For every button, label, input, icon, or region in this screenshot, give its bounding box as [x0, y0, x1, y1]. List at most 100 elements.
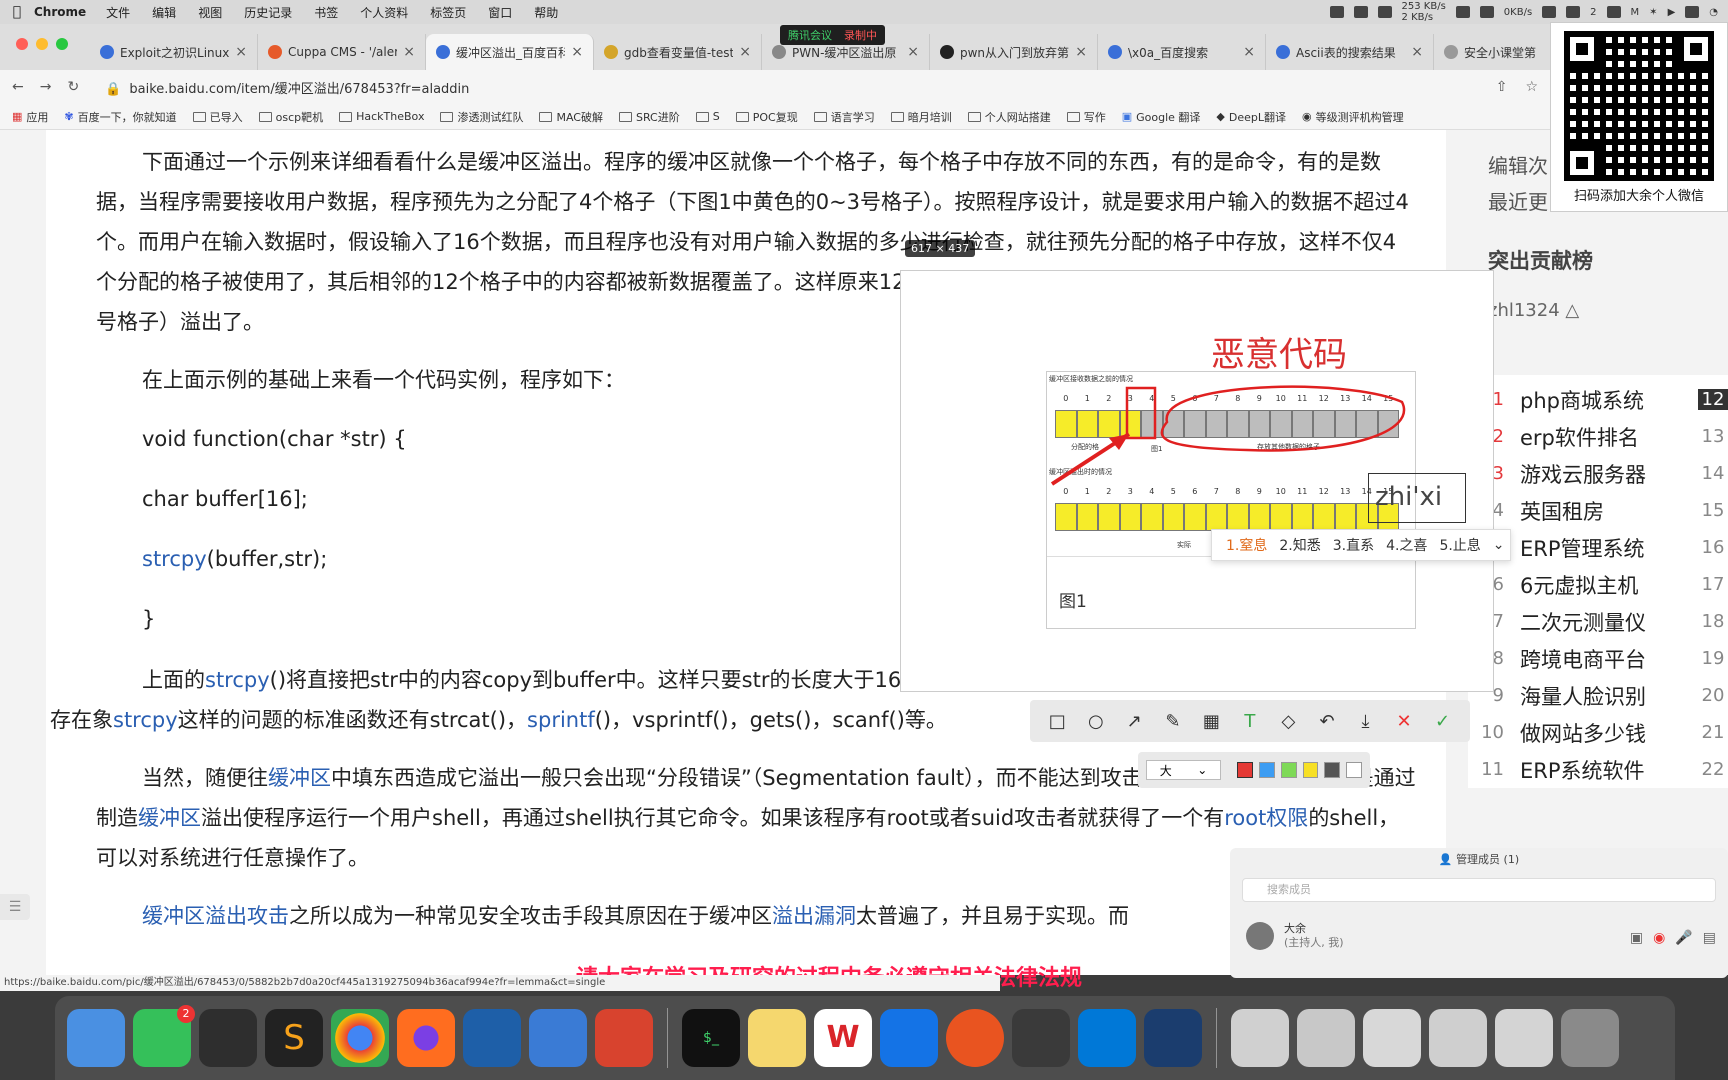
minimized-window-icon[interactable] [1297, 1009, 1355, 1067]
star-icon[interactable]: ☆ [1525, 79, 1538, 95]
video-app-icon[interactable] [1144, 1009, 1202, 1067]
bookmark-baidu[interactable]: ✾ 百度一下，你就知道 [64, 109, 176, 125]
side-menu-button[interactable]: ☰ [0, 894, 30, 920]
menu-profile[interactable]: 个人资料 [360, 4, 408, 21]
close-tab-icon[interactable]: × [1243, 44, 1255, 60]
share-icon[interactable]: ⇧ [1496, 79, 1508, 95]
color-swatch-gray[interactable] [1324, 762, 1341, 778]
color-swatch-yellow[interactable] [1302, 762, 1319, 778]
bookmark-folder[interactable]: 已导入 [192, 109, 243, 125]
app-menu[interactable]: Chrome [34, 5, 86, 19]
hot-item[interactable]: 7 二次元测量仪 18 [1468, 603, 1728, 640]
color-swatch-white[interactable] [1346, 762, 1363, 778]
screen-share-icon[interactable]: ▣ [1630, 930, 1643, 946]
play-icon[interactable]: ▶ [1668, 7, 1676, 18]
close-window-button[interactable] [16, 38, 28, 50]
ubuntu-icon[interactable] [946, 1009, 1004, 1067]
member-row[interactable]: 大余 (主持人, 我) [1246, 922, 1344, 950]
ellipse-tool-icon[interactable]: ○ [1081, 711, 1111, 732]
minimized-window-icon[interactable] [1363, 1009, 1421, 1067]
gmail-icon[interactable]: M [1631, 7, 1640, 18]
record-icon[interactable]: ◉ [1653, 930, 1665, 946]
tab-exploit[interactable]: Exploit之初识Linux × [90, 34, 258, 70]
close-tab-icon[interactable]: × [235, 44, 247, 60]
hot-item[interactable]: 11 ERP系统软件 22 [1468, 751, 1728, 788]
hot-item[interactable]: 10 做网站多少钱 21 [1468, 714, 1728, 751]
mosaic-tool-icon[interactable]: ▦ [1196, 711, 1226, 732]
minimized-window-icon[interactable] [1495, 1009, 1553, 1067]
finder-icon[interactable] [67, 1009, 125, 1067]
close-tab-icon[interactable]: × [571, 44, 583, 60]
hot-item[interactable]: 4 英国租房 15 [1468, 492, 1728, 529]
hot-item[interactable]: 1 php商城系统 12 [1468, 381, 1728, 418]
member-search-input[interactable]: 搜索成员 [1242, 878, 1716, 902]
app-status-icon[interactable] [1377, 6, 1392, 18]
color-swatch-red[interactable] [1237, 762, 1253, 778]
chevron-down-icon[interactable]: ⌄ [1493, 537, 1505, 553]
wireshark-icon[interactable] [1012, 1009, 1070, 1067]
wps-icon[interactable]: W [814, 1009, 872, 1067]
confirm-icon[interactable]: ✓ [1428, 711, 1458, 732]
buffer-link[interactable]: 缓冲区 [138, 806, 201, 830]
tab-cuppa[interactable]: Cuppa CMS - '/alert × [258, 34, 426, 70]
bookmark-folder[interactable]: SRC进阶 [618, 109, 680, 125]
back-icon[interactable]: ← [12, 79, 24, 95]
bookmark-folder[interactable]: 写作 [1066, 109, 1106, 125]
activity-monitor-icon[interactable] [199, 1009, 257, 1067]
tab-ascii[interactable]: Ascii表的搜索结果 × [1266, 34, 1434, 70]
undo-icon[interactable]: ↶ [1312, 711, 1342, 732]
bookmark-folder[interactable]: HackTheBox [339, 110, 424, 123]
trash-icon[interactable] [1561, 1009, 1619, 1067]
strcpy-link[interactable]: strcpy [113, 708, 178, 732]
cancel-icon[interactable]: ✕ [1389, 711, 1419, 732]
menu-window[interactable]: 窗口 [488, 4, 512, 21]
bluetooth-icon[interactable]: ✶ [1649, 7, 1657, 18]
sprintf-link[interactable]: sprintf [527, 708, 595, 732]
hot-item[interactable]: 3 游戏云服务器 14 [1468, 455, 1728, 492]
sublime-icon[interactable]: S [265, 1009, 323, 1067]
battery-icon[interactable] [1685, 6, 1700, 18]
buffer-overflow-attack-link[interactable]: 缓冲区溢出攻击 [142, 904, 289, 928]
strcpy-link[interactable]: strcpy [205, 668, 270, 692]
bookmark-folder[interactable]: oscp靶机 [258, 109, 323, 125]
buffer-link[interactable]: 缓冲区 [268, 766, 331, 790]
menu-edit[interactable]: 编辑 [152, 4, 176, 21]
remote-desktop-icon[interactable] [463, 1009, 521, 1067]
rectangle-tool-icon[interactable]: □ [1042, 711, 1072, 732]
menu-view[interactable]: 视图 [198, 4, 222, 21]
close-tab-icon[interactable]: × [907, 44, 919, 60]
apple-icon[interactable]:  [0, 4, 34, 20]
ime-candidate[interactable]: 2.知悉 [1279, 535, 1320, 555]
url-field[interactable]: 🔒 baike.baidu.com/item/缓冲区溢出/678453?fr=al… [105, 78, 469, 97]
menu-help[interactable]: 帮助 [534, 4, 558, 21]
chrome-icon[interactable] [331, 1009, 389, 1067]
root-privilege-link[interactable]: root权限 [1224, 806, 1308, 830]
github-icon[interactable] [1455, 6, 1470, 18]
camera-icon[interactable]: ▤ [1703, 930, 1716, 946]
font-size-select[interactable]: 大 ⌄ [1146, 760, 1222, 780]
firefox-icon[interactable] [397, 1009, 455, 1067]
close-tab-icon[interactable]: × [739, 44, 751, 60]
color-swatch-blue[interactable] [1258, 762, 1275, 778]
ime-candidate[interactable]: 1.窒息 [1226, 535, 1267, 555]
minimized-window-icon[interactable] [1231, 1009, 1289, 1067]
cloud-app-icon[interactable] [880, 1009, 938, 1067]
text-tool-icon[interactable]: T [1235, 711, 1265, 732]
ime-candidate[interactable]: 5.止息 [1439, 535, 1480, 555]
vscode-icon[interactable] [1329, 6, 1344, 18]
bookmark-folder[interactable]: MAC破解 [539, 109, 603, 125]
bookmark-deepl[interactable]: ◆ DeepL翻译 [1216, 109, 1286, 125]
zoom-window-button[interactable] [56, 38, 68, 50]
tab-gdb[interactable]: gdb查看变量值-test × [594, 34, 762, 70]
tab-x0a-search[interactable]: \x0a_百度搜索 × [1098, 34, 1266, 70]
hot-item[interactable]: 9 海量人脸识别 20 [1468, 677, 1728, 714]
xmind-icon[interactable] [595, 1009, 653, 1067]
download-icon[interactable]: ⤓ [1351, 711, 1381, 732]
grid-icon[interactable] [1606, 6, 1621, 18]
menu-bookmarks[interactable]: 书签 [314, 4, 338, 21]
minimized-window-icon[interactable] [1429, 1009, 1487, 1067]
ime-candidate[interactable]: 3.直系 [1333, 535, 1374, 555]
cloud-icon[interactable] [1353, 6, 1368, 18]
face-icon[interactable] [1479, 6, 1494, 18]
hot-item[interactable]: 6 6元虚拟主机 17 [1468, 566, 1728, 603]
